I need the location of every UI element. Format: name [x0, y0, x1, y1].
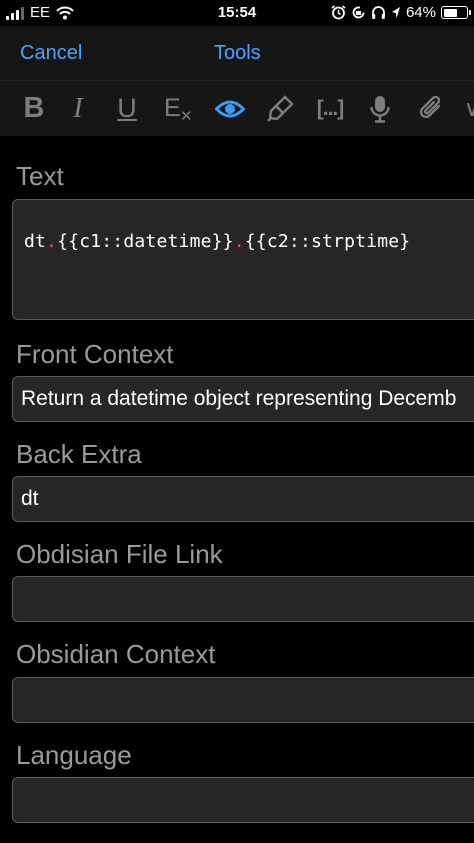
back-extra-field[interactable]: dt [12, 476, 474, 522]
clear-format-icon: E ✕ [162, 93, 193, 125]
language-field[interactable] [12, 777, 474, 823]
text-segment-3: {{c1::datetime}} [57, 231, 234, 252]
text-field-label: Text [16, 161, 64, 191]
cancel-button[interactable]: Cancel [20, 42, 82, 65]
navigation-bar: Cancel Tools [0, 26, 474, 81]
obsidian-file-link-field[interactable] [12, 576, 474, 622]
bold-icon: B [23, 92, 45, 124]
text-segment-1: dt [24, 231, 47, 252]
clear-format-glyph: E [164, 93, 181, 122]
battery-percent: 64% [405, 4, 436, 21]
more-tools-partial[interactable]: ∨ [462, 81, 474, 136]
headphones-icon [372, 6, 385, 19]
overflow-icon: ∨ [463, 95, 474, 121]
cloze-icon: [...] [316, 96, 344, 120]
tools-button[interactable]: Tools [214, 42, 261, 65]
front-context-field[interactable]: Return a datetime object representing De… [12, 376, 474, 422]
language-label: Language [16, 740, 132, 770]
orientation-lock-icon [352, 6, 365, 19]
text-field[interactable]: dt.{{c1::datetime}}.{{c2::strptime} [12, 199, 474, 320]
text-segment-2: . [46, 231, 58, 252]
back-extra-label: Back Extra [16, 439, 142, 469]
battery-fill [443, 8, 457, 17]
cloze-button[interactable]: [...] [310, 81, 350, 136]
italic-button[interactable]: I [60, 81, 96, 136]
bold-button[interactable]: B [14, 81, 54, 136]
microphone-icon [370, 95, 390, 123]
text-segment-4: . [233, 231, 245, 252]
front-context-label: Front Context [16, 339, 174, 369]
text-segment-5: {{c2::strptime} [244, 231, 411, 252]
status-bar-right: 64% [331, 4, 471, 21]
note-fields: Text dt.{{c1::datetime}}.{{c2::strptime}… [0, 136, 474, 843]
record-audio-button[interactable] [362, 81, 398, 136]
status-bar: EE 15:54 64% [0, 0, 474, 26]
highlighter-button[interactable] [260, 81, 300, 136]
formatting-toolbar: B I U E ✕ [...] ∨ [0, 81, 474, 136]
highlighter-icon [267, 94, 294, 122]
obsidian-context-label: Obsidian Context [16, 639, 216, 669]
obsidian-file-link-label: Obdisian File Link [16, 539, 223, 569]
clear-format-x: ✕ [180, 107, 193, 125]
italic-icon: I [73, 92, 83, 124]
preview-button[interactable] [210, 81, 250, 136]
obsidian-context-field[interactable] [12, 677, 474, 723]
underline-button[interactable]: U [108, 81, 146, 136]
attachment-icon [419, 95, 441, 118]
underline-icon: U [117, 93, 137, 123]
location-arrow-icon [391, 7, 400, 18]
clear-format-button[interactable]: E ✕ [158, 81, 196, 136]
attach-button[interactable] [412, 81, 450, 136]
battery-icon [441, 6, 471, 19]
alarm-icon [331, 5, 346, 20]
preview-eye-icon [215, 100, 245, 117]
